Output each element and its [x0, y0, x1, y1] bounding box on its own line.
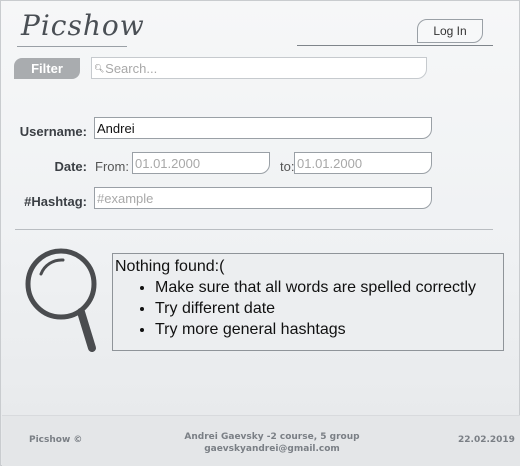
hashtag-label: #Hashtag: — [24, 194, 87, 209]
hashtag-field[interactable]: #example — [94, 187, 432, 209]
footer: Picshow © Andrei Gaevsky -2 course, 5 gr… — [2, 415, 520, 466]
date-from-field[interactable]: 01.01.2000 — [132, 152, 270, 174]
login-button[interactable]: Log In — [417, 19, 483, 43]
logo-underline — [17, 46, 127, 47]
no-results-box: Nothing found:( Make sure that all words… — [112, 253, 504, 351]
search-input[interactable]: 🔍︎ Search... — [91, 57, 427, 79]
page-frame: Picshow Log In Filter 🔍︎ Search... Usern… — [0, 0, 520, 466]
filter-button[interactable]: Filter — [14, 58, 80, 79]
magnifying-glass-icon — [25, 248, 97, 352]
no-results-title: Nothing found:( — [115, 258, 225, 275]
date-to-field[interactable]: 01.01.2000 — [294, 152, 432, 174]
from-label: From: — [95, 159, 129, 174]
username-label: Username: — [19, 124, 87, 139]
footer-author-line: Andrei Gaevsky -2 course, 5 group — [184, 432, 360, 442]
logo[interactable]: Picshow — [21, 9, 145, 42]
date-label: Date: — [54, 159, 87, 174]
magnifier-icon: 🔍︎ — [94, 63, 105, 73]
footer-email[interactable]: gaevskyandrei@gmail.com — [162, 443, 382, 455]
footer-brand: Picshow © — [29, 435, 83, 445]
username-field[interactable]: Andrei — [94, 117, 432, 139]
section-divider — [15, 229, 493, 230]
tip-item: Make sure that all words are spelled cor… — [155, 277, 501, 298]
footer-date: 22.02.2019 — [458, 435, 515, 445]
tip-item: Try different date — [155, 298, 501, 319]
to-label: to: — [280, 159, 295, 174]
footer-author: Andrei Gaevsky -2 course, 5 group gaevsk… — [162, 431, 382, 455]
search-placeholder: Search... — [105, 60, 158, 76]
tips-list: Make sure that all words are spelled cor… — [115, 277, 501, 340]
tip-item: Try more general hashtags — [155, 319, 501, 340]
header-divider — [297, 45, 493, 46]
